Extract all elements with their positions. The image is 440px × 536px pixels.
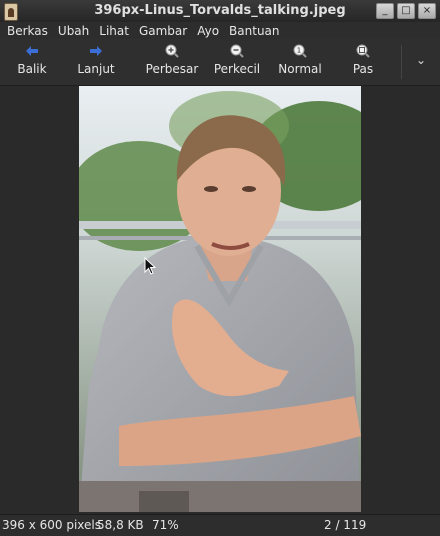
- back-button[interactable]: Balik: [14, 44, 50, 80]
- arrow-right-icon: [89, 44, 103, 58]
- back-label: Balik: [17, 62, 47, 76]
- menu-gambar[interactable]: Gambar: [134, 24, 192, 38]
- toolbar-overflow-button[interactable]: ⌄: [416, 53, 426, 67]
- svg-text:1: 1: [297, 47, 301, 55]
- menu-lihat[interactable]: Lihat: [94, 24, 134, 38]
- zoom-in-label: Perbesar: [145, 62, 199, 76]
- zoom-fit-label: Pas: [352, 62, 374, 76]
- zoom-normal-label: Normal: [278, 62, 322, 76]
- minimize-button[interactable]: _: [376, 3, 394, 19]
- title-bar: 396px-Linus_Torvalds_talking.jpeg _ □ ×: [0, 0, 440, 22]
- forward-button[interactable]: Lanjut: [75, 44, 117, 80]
- menu-berkas[interactable]: Berkas: [2, 24, 53, 38]
- arrow-left-icon: [25, 44, 39, 58]
- toolbar: Balik Lanjut Perbesar Perkecil 1 Normal …: [0, 39, 440, 86]
- displayed-photo: [79, 86, 361, 512]
- zoom-out-icon: [230, 44, 244, 58]
- menu-bantuan[interactable]: Bantuan: [224, 24, 284, 38]
- window-controls: _ □ ×: [376, 3, 436, 19]
- status-zoom: 71%: [152, 518, 179, 532]
- zoom-original-icon: 1: [293, 44, 307, 58]
- zoom-fit-button[interactable]: Pas: [348, 44, 378, 80]
- zoom-in-icon: [165, 44, 179, 58]
- mouse-cursor-icon: [144, 257, 156, 275]
- zoom-fit-icon: [356, 44, 370, 58]
- image-viewport[interactable]: [0, 86, 440, 514]
- menu-ubah[interactable]: Ubah: [53, 24, 94, 38]
- status-image-position: 2 / 119: [324, 518, 367, 532]
- status-bar: 396 x 600 pixels 58,8 KB 71% 2 / 119: [0, 514, 440, 536]
- status-dimensions: 396 x 600 pixels: [2, 518, 102, 532]
- zoom-normal-button[interactable]: 1 Normal: [278, 44, 322, 80]
- window-title: 396px-Linus_Torvalds_talking.jpeg: [94, 3, 346, 18]
- zoom-out-button[interactable]: Perkecil: [211, 44, 263, 80]
- menu-ayo[interactable]: Ayo: [192, 24, 224, 38]
- menu-bar: Berkas Ubah Lihat Gambar Ayo Bantuan: [0, 22, 440, 39]
- zoom-out-label: Perkecil: [213, 62, 261, 76]
- status-file-size: 58,8 KB: [97, 518, 144, 532]
- forward-label: Lanjut: [77, 62, 115, 76]
- zoom-in-button[interactable]: Perbesar: [144, 44, 200, 80]
- close-button[interactable]: ×: [418, 3, 436, 19]
- maximize-button[interactable]: □: [397, 3, 415, 19]
- toolbar-separator: [401, 45, 402, 79]
